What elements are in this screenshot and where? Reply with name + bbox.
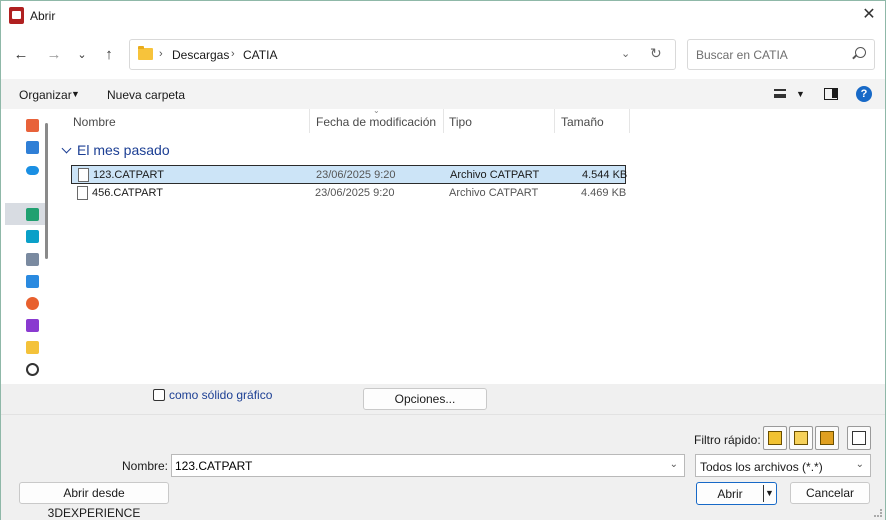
file-row[interactable]: 123.CATPART 23/06/2025 9:20 Archivo CATP…: [71, 165, 628, 184]
search-icon: [855, 47, 866, 58]
file-type-dropdown-icon[interactable]: ⌄: [856, 459, 864, 470]
filter-drawing-button[interactable]: [815, 426, 839, 450]
file-name-dropdown-icon[interactable]: ⌄: [670, 459, 678, 470]
up-arrow-icon[interactable]: ↑: [100, 46, 118, 64]
window-title: Abrir: [30, 9, 56, 23]
address-bar[interactable]: › Descargas › CATIA ⌄ ↻: [129, 39, 676, 70]
filter-product-button[interactable]: [789, 426, 813, 450]
filter-part-button[interactable]: [763, 426, 787, 450]
file-type: Archivo CATPART: [450, 169, 540, 181]
search-input[interactable]: Buscar en CATIA: [687, 39, 875, 70]
cancel-button[interactable]: Cancelar: [790, 482, 870, 504]
file-type-value: Todos los archivos (*.*): [700, 460, 823, 474]
product-filter-icon: [794, 431, 808, 445]
file-type-select[interactable]: Todos los archivos (*.*) ⌄: [695, 454, 871, 477]
file-name-field[interactable]: [172, 455, 662, 476]
column-divider[interactable]: [629, 109, 630, 133]
graphic-solid-checkbox[interactable]: [153, 389, 165, 401]
file-name-combobox[interactable]: ⌄: [171, 454, 685, 477]
pictures-icon[interactable]: [26, 275, 39, 288]
file-name: 123.CATPART: [93, 169, 164, 181]
file-date: 23/06/2025 9:20: [315, 187, 395, 199]
nav-scrollbar[interactable]: [45, 123, 48, 259]
sort-indicator-icon: ⌄: [373, 106, 380, 115]
preview-pane-icon[interactable]: [824, 88, 838, 100]
network-drive-icon[interactable]: [26, 363, 39, 376]
view-options-caret-icon[interactable]: ▼: [796, 89, 805, 99]
home-icon[interactable]: [26, 119, 39, 132]
file-icon: [78, 168, 89, 182]
open-button[interactable]: Abrir ▼: [696, 482, 777, 505]
breadcrumb-item-catia[interactable]: CATIA: [243, 48, 277, 62]
drawing-filter-icon: [820, 431, 834, 445]
column-header-name[interactable]: Nombre: [73, 115, 116, 129]
close-button[interactable]: ✕: [859, 5, 879, 25]
organize-caret-icon[interactable]: ▼: [71, 89, 80, 99]
group-collapse-chevron-icon[interactable]: [61, 143, 72, 154]
file-type: Archivo CATPART: [449, 187, 539, 199]
file-row[interactable]: 456.CATPART 23/06/2025 9:20 Archivo CATP…: [71, 184, 626, 203]
file-size: 4.544 KB: [582, 169, 628, 181]
refresh-icon[interactable]: ↻: [650, 45, 662, 62]
recent-locations-chevron-icon[interactable]: ⌄: [73, 46, 91, 64]
breadcrumb-chevron-icon: ›: [159, 48, 163, 60]
column-divider[interactable]: [554, 109, 555, 133]
nav-selection-highlight: [5, 203, 45, 225]
breadcrumb-item-descargas[interactable]: Descargas: [172, 48, 229, 62]
documents-icon[interactable]: [26, 253, 39, 266]
quick-filter-label: Filtro rápido:: [694, 433, 761, 447]
navigation-pane: [1, 109, 53, 384]
command-bar: Organizar ▼ Nueva carpeta ▼ ?: [1, 79, 885, 109]
options-button[interactable]: Opciones...: [363, 388, 487, 410]
forward-arrow-icon[interactable]: →: [45, 46, 63, 64]
file-name-label: Nombre:: [122, 459, 169, 473]
group-header[interactable]: El mes pasado: [77, 142, 170, 158]
content-area: ⌄ Nombre Fecha de modificación Tipo Tama…: [1, 106, 885, 384]
column-divider[interactable]: [443, 109, 444, 133]
open-dialog: Abrir ✕ ← → ⌄ ↑ › Descargas › CATIA ⌄ ↻ …: [0, 0, 886, 520]
file-size: 4.469 KB: [581, 187, 627, 199]
file-date: 23/06/2025 9:20: [316, 169, 396, 181]
desktop-icon[interactable]: [26, 230, 39, 243]
back-arrow-icon[interactable]: ←: [12, 46, 30, 64]
open-from-3dexperience-button[interactable]: Abrir desde 3DEXPERIENCE: [19, 482, 169, 520]
close-icon: ✕: [862, 6, 876, 23]
part-filter-icon: [768, 431, 782, 445]
breadcrumb-chevron-icon: ›: [231, 48, 235, 60]
new-folder-button[interactable]: Nueva carpeta: [107, 88, 185, 102]
music-icon[interactable]: [26, 297, 39, 310]
all-types-filter-icon: [852, 431, 866, 445]
resize-grip-icon[interactable]: [874, 509, 882, 517]
file-list: ⌄ Nombre Fecha de modificación Tipo Tama…: [53, 106, 885, 384]
folder-icon[interactable]: [26, 341, 39, 354]
file-name: 456.CATPART: [92, 187, 163, 199]
downloads-icon[interactable]: [26, 208, 39, 221]
filter-all-button[interactable]: [847, 426, 871, 450]
open-button-label: Abrir: [717, 487, 743, 501]
organize-menu[interactable]: Organizar: [19, 88, 72, 102]
open-dropdown-icon[interactable]: ▼: [765, 488, 774, 498]
open-split-divider: [763, 485, 764, 502]
address-row: ← → ⌄ ↑ › Descargas › CATIA ⌄ ↻ Buscar e…: [1, 31, 885, 79]
catia-app-icon: [9, 7, 24, 24]
search-placeholder: Buscar en CATIA: [696, 48, 788, 62]
graphic-solid-label[interactable]: como sólido gráfico: [169, 388, 272, 402]
title-bar: Abrir ✕: [1, 1, 885, 31]
column-header-type[interactable]: Tipo: [449, 115, 472, 129]
view-options-icon[interactable]: [774, 89, 786, 98]
column-header-date[interactable]: Fecha de modificación: [316, 115, 436, 129]
onedrive-icon[interactable]: [26, 166, 39, 175]
videos-icon[interactable]: [26, 319, 39, 332]
gallery-icon[interactable]: [26, 141, 39, 154]
help-icon[interactable]: ?: [856, 86, 872, 102]
file-icon: [77, 186, 88, 200]
folder-icon: [138, 46, 153, 60]
column-header-size[interactable]: Tamaño: [561, 115, 604, 129]
address-dropdown-icon[interactable]: ⌄: [621, 47, 630, 60]
bottom-panel: Filtro rápido: Nombre: ⌄ Todos los archi…: [1, 414, 885, 520]
column-divider[interactable]: [309, 109, 310, 133]
